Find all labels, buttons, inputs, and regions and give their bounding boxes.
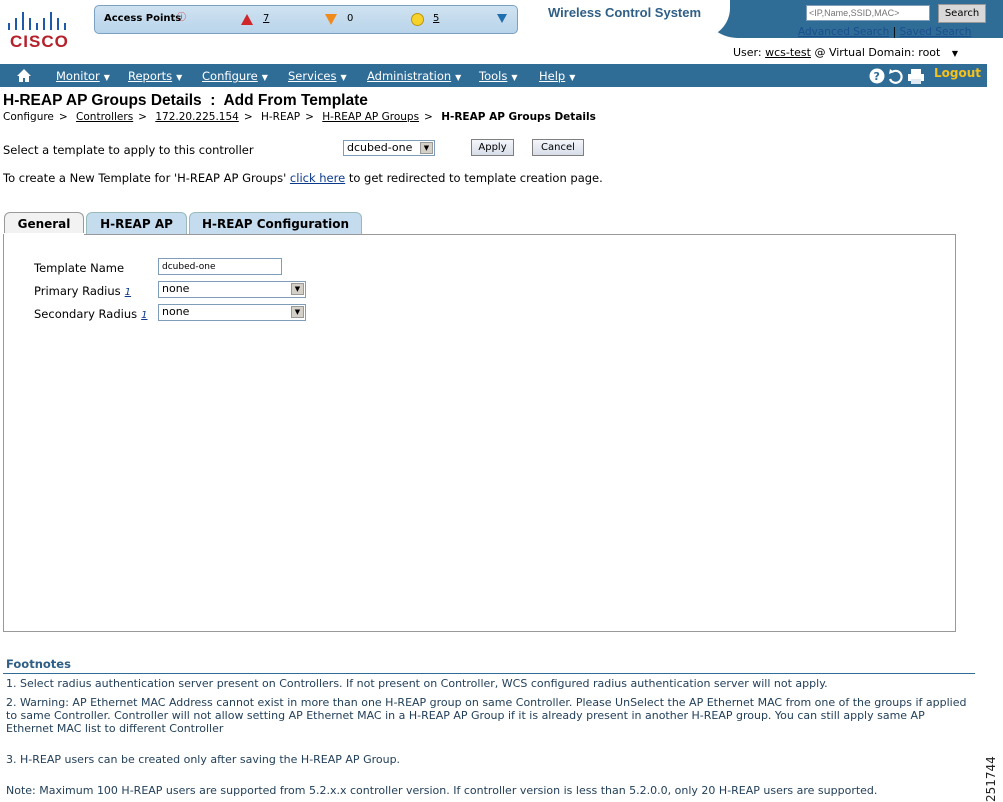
header-search-input[interactable] [806, 5, 930, 21]
svg-text:?: ? [874, 70, 880, 83]
primary-radius-select[interactable]: none ▼ [158, 281, 306, 298]
breadcrumb: Configure > Controllers > 172.20.225.154 > … [3, 111, 596, 123]
create-template-suffix: to get redirected to template creation p… [348, 171, 603, 185]
create-template-text: To create a New Template for 'H-REAP AP … [3, 171, 603, 185]
figure-number: 251744 [984, 756, 998, 802]
footnote-3: 3. H-REAP users can be created only afte… [6, 753, 401, 766]
footnotes-title: Footnotes [6, 657, 71, 671]
nav-item-tools[interactable]: Tools ▼ [479, 69, 518, 83]
chevron-down-icon[interactable]: ▼ [291, 306, 304, 318]
expand-arrow-icon[interactable] [497, 14, 507, 23]
template-select-label: Select a template to apply to this contr… [3, 143, 254, 157]
secondary-radius-label: Secondary Radius 1 [34, 307, 148, 321]
primary-radius-value: none [162, 282, 190, 295]
access-points-title: Access Points [104, 13, 182, 24]
home-icon[interactable] [16, 68, 32, 83]
search-links-separator: | [892, 26, 897, 38]
cisco-logo: CISCO [6, 8, 76, 52]
help-icon[interactable]: ? [869, 68, 885, 84]
breadcrumb-hreap: H-REAP [260, 111, 301, 123]
minor-count[interactable]: 5 [433, 13, 439, 24]
nav-item-monitor[interactable]: Monitor ▼ [56, 69, 110, 83]
search-links: Advanced Search | Saved Search [798, 26, 971, 38]
tab-general[interactable]: General [4, 212, 84, 235]
minor-alarm-icon [411, 13, 424, 26]
breadcrumb-controllers[interactable]: Controllers [76, 111, 133, 123]
template-select-value: dcubed-one [347, 141, 413, 154]
chevron-down-icon[interactable]: ▼ [420, 142, 433, 154]
user-name-link[interactable]: wcs-test [765, 46, 811, 59]
refresh-icon[interactable] [888, 69, 903, 84]
secondary-radius-value: none [162, 305, 190, 318]
chevron-down-icon[interactable]: ▼ [291, 283, 304, 295]
header-search-button[interactable]: Search [938, 4, 986, 23]
cancel-button[interactable]: Cancel [532, 139, 584, 156]
user-info: User: wcs-test @ Virtual Domain: root ▼ [733, 46, 958, 59]
cisco-bars-icon [6, 8, 74, 30]
access-points-summary: Access Points ⓘ 7 0 5 [94, 5, 518, 34]
active-tab-joiner [4, 233, 84, 236]
template-select[interactable]: dcubed-one ▼ [343, 140, 435, 156]
breadcrumb-controller-ip[interactable]: 172.20.225.154 [155, 111, 239, 123]
footnotes-divider [3, 673, 975, 674]
breadcrumb-hreap-ap-groups[interactable]: H-REAP AP Groups [322, 111, 419, 123]
print-icon[interactable] [908, 69, 924, 84]
footnote-1-link[interactable]: 1 [141, 310, 147, 321]
footnote-1: 1. Select radius authentication server p… [6, 677, 828, 690]
nav-item-help[interactable]: Help ▼ [539, 69, 575, 83]
domain-value: root [918, 46, 941, 59]
logout-link[interactable]: Logout [934, 66, 981, 80]
create-template-prefix: To create a New Template for 'H-REAP AP … [3, 171, 287, 185]
critical-alarm-icon [241, 14, 253, 25]
tab-hreap-configuration[interactable]: H-REAP Configuration [189, 212, 362, 235]
breadcrumb-current: H-REAP AP Groups Details [441, 111, 596, 123]
advanced-search-link[interactable]: Advanced Search [798, 26, 889, 38]
saved-search-link[interactable]: Saved Search [900, 26, 972, 38]
nav-item-services[interactable]: Services ▼ [288, 69, 347, 83]
major-count: 0 [347, 13, 354, 24]
footnote-1-link[interactable]: 1 [125, 287, 131, 298]
major-alarm-icon [325, 14, 337, 25]
general-tab-panel [3, 234, 956, 632]
tab-hreap-ap[interactable]: H-REAP AP [86, 212, 187, 235]
critical-count[interactable]: 7 [263, 13, 269, 24]
secondary-radius-select[interactable]: none ▼ [158, 304, 306, 321]
nav-item-administration[interactable]: Administration ▼ [367, 69, 461, 83]
apply-button[interactable]: Apply [471, 139, 514, 156]
info-icon: ⓘ [177, 13, 187, 23]
main-nav: Monitor ▼ Reports ▼ Configure ▼ Services ▼ A… [0, 64, 987, 87]
nav-item-reports[interactable]: Reports ▼ [128, 69, 182, 83]
page-title: H-REAP AP Groups Details : Add From Temp… [3, 92, 368, 109]
footnote-2: 2. Warning: AP Ethernet MAC Address cann… [6, 696, 967, 735]
domain-label: @ Virtual Domain: [814, 46, 915, 59]
nav-item-configure[interactable]: Configure ▼ [202, 69, 268, 83]
cisco-wordmark: CISCO [10, 32, 69, 51]
app-title: Wireless Control System [548, 5, 702, 20]
create-template-link[interactable]: click here [290, 171, 345, 185]
primary-radius-label: Primary Radius 1 [34, 284, 132, 298]
template-name-label: Template Name [34, 261, 125, 275]
domain-dropdown-icon[interactable]: ▼ [952, 49, 958, 58]
breadcrumb-configure: Configure [3, 111, 54, 123]
user-label: User: [733, 46, 762, 59]
nav-tools: ? [868, 67, 928, 88]
footnote-note: Note: Maximum 100 H-REAP users are suppo… [6, 784, 878, 797]
template-name-input[interactable] [158, 258, 282, 275]
